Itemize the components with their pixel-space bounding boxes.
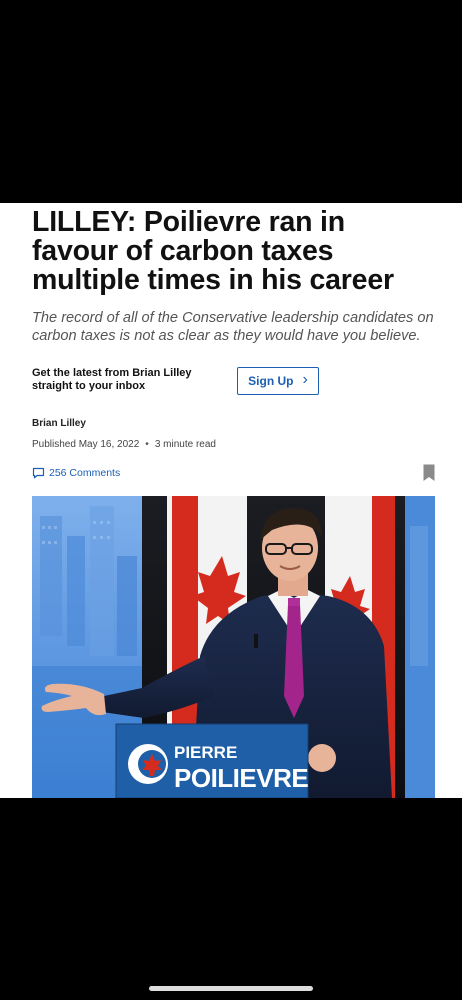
newsletter-prompt: Get the latest from Brian Lilley straigh… <box>32 367 192 392</box>
read-time: 3 minute read <box>154 439 216 450</box>
meta-separator: • <box>145 439 149 450</box>
bookmark-button[interactable] <box>423 464 435 487</box>
article-view: LILLEY: Poilievre ran in favour of carbo… <box>0 203 462 798</box>
article-deck: The record of all of the Conservative le… <box>32 310 434 344</box>
bookmark-icon <box>423 464 435 481</box>
chevron-right-icon: › <box>302 371 308 388</box>
status-area <box>0 0 462 203</box>
signup-button[interactable]: Sign Up › <box>237 367 319 395</box>
comments-link[interactable]: 256 Comments <box>32 467 120 479</box>
comment-icon <box>32 467 45 479</box>
comments-count: 256 Comments <box>49 467 121 479</box>
article-photo: PIERRE POILIEVRE <box>32 496 435 798</box>
published-date: Published May 16, 2022 <box>32 439 140 450</box>
signup-label: Sign Up <box>248 374 294 388</box>
author-name[interactable]: Brian Lilley <box>32 418 86 429</box>
podium-line2: POILIEVRE <box>174 763 308 793</box>
article-meta: Published May 16, 2022 • 3 minute read <box>32 439 216 450</box>
home-indicator[interactable] <box>149 986 313 991</box>
candidate-photo-illustration: PIERRE POILIEVRE <box>32 496 435 798</box>
podium-line1: PIERRE <box>174 743 237 762</box>
article-headline: LILLEY: Poilievre ran in favour of carbo… <box>32 206 394 296</box>
